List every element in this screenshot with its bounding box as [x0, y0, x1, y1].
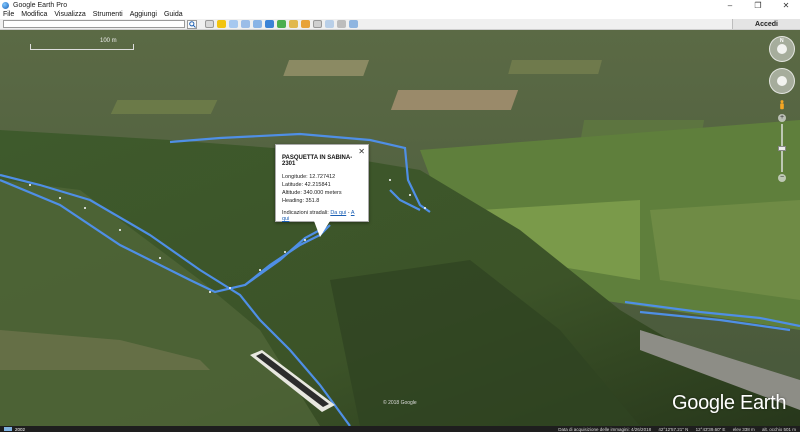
planets-icon[interactable] — [301, 20, 310, 28]
zoom-thumb[interactable] — [778, 146, 786, 151]
zoom-slider[interactable]: + − — [778, 114, 786, 182]
menu-strumenti[interactable]: Strumenti — [93, 11, 123, 18]
maximize-button[interactable]: ❐ — [744, 0, 772, 10]
imagery-copyright: © 2018 Google — [383, 400, 417, 406]
view-in-maps-icon[interactable] — [349, 20, 358, 28]
longitude-text: Longitude: 12.727412 — [282, 174, 336, 180]
google-earth-app-icon — [2, 1, 9, 9]
menu-modifica[interactable]: Modifica — [21, 11, 47, 18]
altitude-text: Altitude: 340.000 meters — [282, 190, 342, 196]
zoom-in-button[interactable]: + — [778, 114, 786, 122]
close-button[interactable]: ✕ — [772, 0, 800, 10]
terrain-imagery — [0, 30, 800, 426]
navigation-controls: N + − — [768, 36, 796, 182]
placemark-title: PASQUETTA IN SABINA-2301 — [282, 155, 353, 167]
menu-bar: File Modifica Visualizza Strumenti Aggiu… — [0, 10, 800, 19]
imagery-date: Data di acquisizione delle immagini: 4/2… — [558, 426, 652, 432]
search-input[interactable] — [3, 20, 185, 28]
eye-altitude: alt. occhio 501 m — [761, 426, 796, 432]
tour-icon[interactable] — [265, 20, 274, 28]
street-view-pegman-icon[interactable] — [779, 100, 785, 110]
historical-imagery-icon[interactable] — [277, 20, 286, 28]
zoom-track[interactable] — [778, 124, 786, 172]
historical-year-indicator[interactable]: 2002 — [4, 427, 25, 432]
heading-text: Heading: 351.8 — [282, 198, 320, 204]
latitude-text: Latitude: 42.215841 — [282, 182, 331, 188]
directions-separator: - — [347, 210, 350, 216]
sidebar-toggle-icon[interactable] — [205, 20, 214, 28]
menu-aggiungi[interactable]: Aggiungi — [130, 11, 157, 18]
directions-row: Indicazioni stradali: Da qui - A qui — [282, 210, 362, 222]
polygon-icon[interactable] — [229, 20, 238, 28]
google-earth-window: Google Earth Pro – ❐ ✕ File Modifica Vis… — [0, 0, 800, 432]
scale-bar — [30, 44, 134, 50]
historical-year: 2002 — [15, 426, 26, 432]
status-info: Data di acquisizione delle immagini: 4/2… — [552, 427, 796, 432]
compass-center-icon — [777, 44, 787, 54]
cursor-longitude: 12°43'39.60" E — [695, 426, 726, 432]
directions-from-link[interactable]: Da qui — [330, 210, 346, 216]
close-icon[interactable]: ✕ — [358, 147, 365, 156]
print-icon[interactable] — [337, 20, 346, 28]
search-button[interactable] — [187, 19, 197, 29]
window-controls: – ❐ ✕ — [716, 0, 800, 10]
move-joystick[interactable] — [769, 68, 795, 94]
email-icon[interactable] — [325, 20, 334, 28]
menu-file[interactable]: File — [3, 11, 14, 18]
search-icon — [188, 20, 196, 28]
window-title: Google Earth Pro — [13, 1, 68, 9]
menu-guida[interactable]: Guida — [164, 11, 183, 18]
image-overlay-icon[interactable] — [253, 20, 262, 28]
clock-icon — [4, 427, 12, 431]
minimize-button[interactable]: – — [716, 0, 744, 10]
toolbar-tools — [205, 20, 361, 28]
toolbar — [0, 19, 800, 30]
look-joystick[interactable]: N — [769, 36, 795, 62]
zoom-out-button[interactable]: − — [778, 174, 786, 182]
move-center-icon — [777, 76, 787, 86]
status-bar: 2002 Data di acquisizione delle immagini… — [0, 426, 800, 432]
path-icon[interactable] — [241, 20, 250, 28]
scale-label: 100 m — [100, 38, 117, 44]
earth-3d-view[interactable]: 100 m ✕ PASQUETTA IN SABINA-2301 Longitu… — [0, 30, 800, 426]
placemark-info-balloon: ✕ PASQUETTA IN SABINA-2301 Longitude: 12… — [275, 144, 369, 237]
google-earth-logo: Google Earth — [672, 392, 787, 414]
sign-in-button[interactable]: Accedi — [732, 19, 800, 29]
ruler-icon[interactable] — [313, 20, 322, 28]
sunlight-icon[interactable] — [289, 20, 298, 28]
menu-visualizza[interactable]: Visualizza — [54, 11, 85, 18]
title-bar: Google Earth Pro – ❐ ✕ — [0, 0, 800, 10]
cursor-elevation: elev 338 m — [732, 426, 755, 432]
cursor-latitude: 42°12'57.21" N — [658, 426, 689, 432]
placemark-icon[interactable] — [217, 20, 226, 28]
